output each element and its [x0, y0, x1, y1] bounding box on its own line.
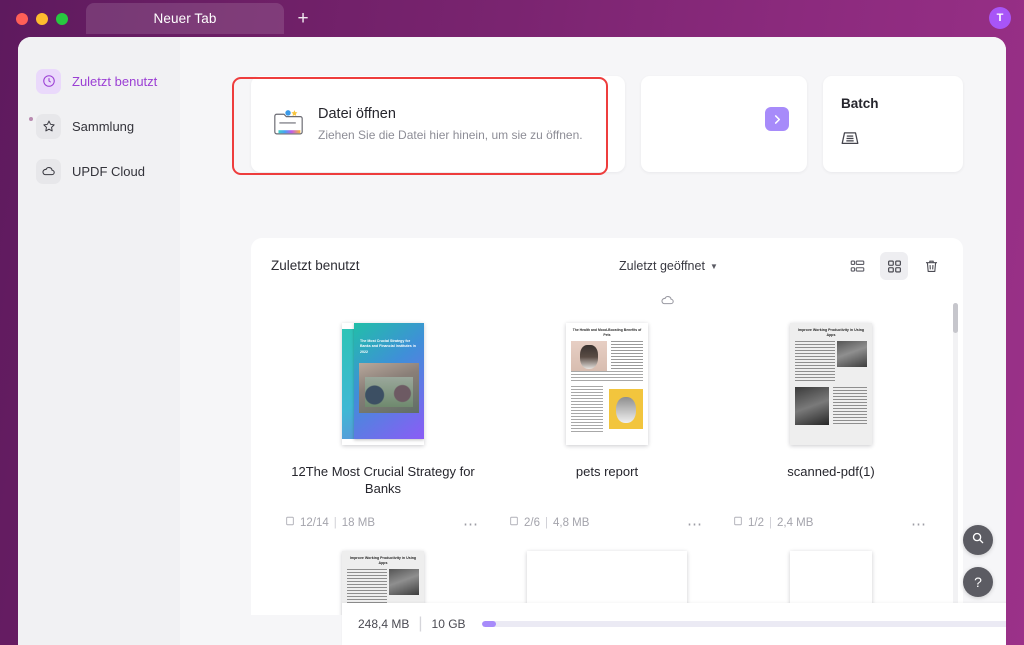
batch-card[interactable]: Batch — [823, 76, 963, 172]
status-separator: | — [418, 615, 422, 633]
thumbnail-title: The Most Crucial Strategy for Banks and … — [360, 339, 418, 355]
traffic-lights — [16, 13, 68, 25]
more-options-icon[interactable]: ⋯ — [687, 515, 703, 533]
sidebar-item-label: Sammlung — [72, 119, 134, 134]
secondary-action-card[interactable] — [641, 76, 807, 172]
thumbnail-wrapper: The Most Crucial Strategy for Banks and … — [271, 295, 495, 445]
caret-down-icon: ▼ — [710, 262, 718, 271]
file-meta: 12/14 | 18 MB — [285, 516, 375, 529]
batch-documents-icon — [839, 126, 861, 153]
storage-progress-bar — [482, 621, 1006, 627]
title-bar: Neuer Tab ✕ + T — [0, 0, 1024, 37]
batch-title: Batch — [841, 96, 879, 111]
storage-used: 248,4 MB — [358, 617, 409, 631]
file-size: 4,8 MB — [553, 517, 589, 529]
trash-icon[interactable] — [917, 252, 945, 280]
file-meta: 2/6 | 4,8 MB — [509, 516, 589, 529]
file-meta: 1/2 | 2,4 MB — [733, 516, 813, 529]
open-file-card[interactable]: Datei öffnen Ziehen Sie die Datei hier h… — [251, 76, 625, 172]
storage-total: 10 GB — [432, 617, 466, 631]
minimize-window-button[interactable] — [36, 13, 48, 25]
thumbnail-title: Improve Working Productivity in Using Ap… — [347, 556, 419, 566]
file-size: 18 MB — [342, 517, 375, 529]
sidebar-item-cloud[interactable]: UPDF Cloud — [28, 154, 170, 188]
meta-separator: | — [334, 517, 337, 529]
file-grid: The Most Crucial Strategy for Banks and … — [251, 295, 963, 615]
sidebar: Zuletzt benutzt Sammlung UPDF Cloud — [18, 37, 180, 645]
thumbnail-title: Improve Working Productivity in Using Ap… — [795, 328, 867, 338]
avatar-letter: T — [997, 12, 1004, 24]
avatar[interactable]: T — [989, 7, 1011, 29]
recent-header: Zuletzt benutzt Zuletzt geöffnet ▼ — [251, 238, 963, 295]
status-bar: 248,4 MB | 10 GB — [342, 603, 1006, 645]
scrollbar[interactable] — [953, 303, 958, 615]
app-window: Neuer Tab ✕ + T Zuletzt benutzt — [0, 0, 1024, 645]
meta-separator: | — [769, 517, 772, 529]
tab-title: Neuer Tab — [154, 11, 217, 26]
search-button[interactable] — [963, 525, 993, 555]
sort-label: Zuletzt geöffnet — [619, 259, 705, 273]
sidebar-item-label: Zuletzt benutzt — [72, 74, 157, 89]
file-card[interactable]: The Health and Mood-Boosting Benefits of… — [495, 295, 719, 545]
file-size: 2,4 MB — [777, 517, 813, 529]
file-card[interactable]: Improve Working Productivity in Using Ap… — [719, 295, 943, 545]
main-content: Datei öffnen Ziehen Sie die Datei hier h… — [180, 37, 1006, 645]
clock-icon — [36, 69, 61, 94]
cloud-icon — [660, 293, 675, 313]
page-icon — [509, 516, 519, 529]
chevron-right-icon[interactable] — [765, 107, 789, 131]
cloud-icon — [36, 159, 61, 184]
meta-separator: | — [545, 517, 548, 529]
help-button[interactable]: ? — [963, 567, 993, 597]
file-thumbnail: The Health and Mood-Boosting Benefits of… — [566, 323, 648, 445]
more-options-icon[interactable]: ⋯ — [911, 515, 927, 533]
sort-dropdown[interactable]: Zuletzt geöffnet ▼ — [619, 259, 718, 273]
action-cards: Datei öffnen Ziehen Sie die Datei hier h… — [251, 76, 963, 172]
file-pages: 2/6 — [524, 517, 540, 529]
thumbnail-wrapper: Improve Working Productivity in Using Ap… — [719, 295, 943, 445]
file-name: 12The Most Crucial Strategy for Banks — [271, 463, 495, 497]
view-controls — [843, 252, 945, 280]
file-name: pets report — [495, 463, 719, 480]
grid-view-icon[interactable] — [880, 252, 908, 280]
thumbnail-title: The Health and Mood-Boosting Benefits of… — [571, 328, 643, 338]
file-name: scanned-pdf(1) — [719, 463, 943, 480]
page-icon — [285, 516, 295, 529]
file-card[interactable]: The Most Crucial Strategy for Banks and … — [271, 295, 495, 545]
scrollbar-thumb[interactable] — [953, 303, 958, 333]
file-thumbnail: Improve Working Productivity in Using Ap… — [790, 323, 872, 445]
file-row: The Most Crucial Strategy for Banks and … — [271, 295, 943, 545]
section-title: Zuletzt benutzt — [271, 258, 360, 273]
sidebar-item-collection[interactable]: Sammlung — [28, 109, 170, 143]
sidebar-resize-handle[interactable] — [29, 117, 33, 121]
thumbnail-wrapper: The Health and Mood-Boosting Benefits of… — [495, 295, 719, 445]
file-thumbnail: The Most Crucial Strategy for Banks and … — [342, 323, 424, 445]
app-body: Zuletzt benutzt Sammlung UPDF Cloud — [18, 37, 1006, 645]
star-icon — [36, 114, 61, 139]
open-file-title: Datei öffnen — [318, 106, 583, 122]
maximize-window-button[interactable] — [56, 13, 68, 25]
sidebar-item-recent[interactable]: Zuletzt benutzt — [28, 64, 170, 98]
storage-progress-fill — [482, 621, 497, 627]
sidebar-item-label: UPDF Cloud — [72, 164, 145, 179]
recent-files-panel: Zuletzt benutzt Zuletzt geöffnet ▼ — [251, 238, 963, 615]
open-file-subtitle: Ziehen Sie die Datei hier hinein, um sie… — [318, 128, 583, 142]
browser-tab[interactable]: Neuer Tab — [86, 3, 284, 34]
more-options-icon[interactable]: ⋯ — [463, 515, 479, 533]
file-pages: 1/2 — [748, 517, 764, 529]
help-label: ? — [974, 574, 982, 590]
search-icon — [971, 531, 985, 550]
close-window-button[interactable] — [16, 13, 28, 25]
file-pages: 12/14 — [300, 517, 329, 529]
plus-icon[interactable]: + — [294, 10, 312, 28]
page-icon — [733, 516, 743, 529]
folder-open-icon — [273, 108, 304, 141]
list-view-icon[interactable] — [843, 252, 871, 280]
